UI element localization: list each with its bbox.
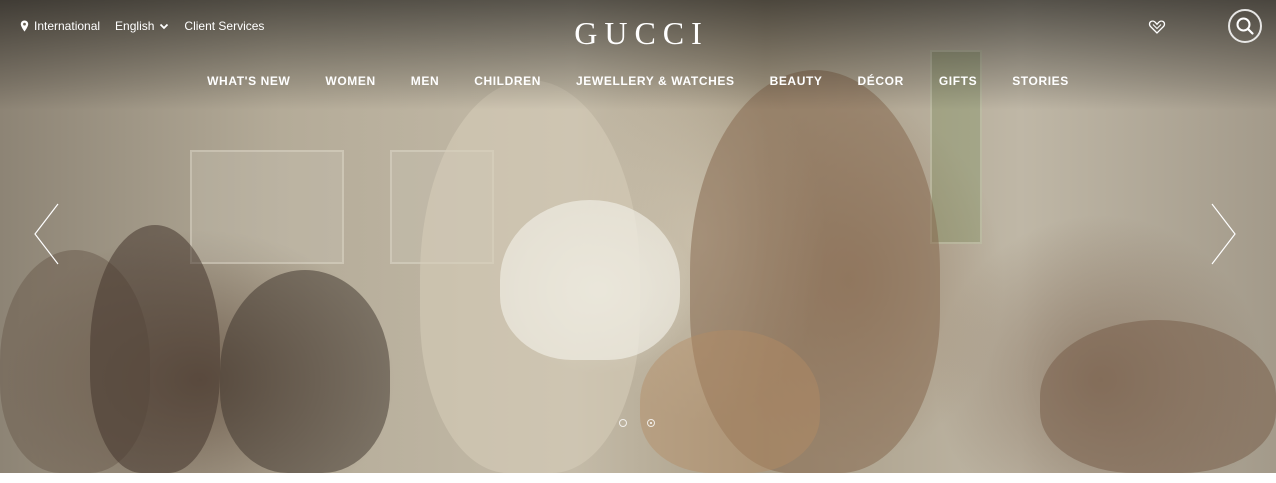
- carousel-next-button[interactable]: [1208, 202, 1238, 266]
- guest-figure: [90, 225, 220, 473]
- search-icon: [1236, 17, 1254, 35]
- nav-item-women[interactable]: WOMEN: [325, 74, 375, 88]
- search-button[interactable]: [1228, 9, 1262, 43]
- chevron-left-icon: [34, 203, 59, 265]
- guest-figure: [220, 270, 390, 473]
- wishlist-button[interactable]: [1148, 18, 1166, 36]
- carousel-prev-button[interactable]: [32, 202, 62, 266]
- nav-item-beauty[interactable]: BEAUTY: [770, 74, 823, 88]
- guest-figure: [640, 330, 820, 473]
- main-navigation: WHAT'S NEW WOMEN MEN CHILDREN JEWELLERY …: [0, 74, 1276, 88]
- hero-video[interactable]: [0, 0, 1276, 473]
- guest-figure: [1040, 320, 1276, 473]
- heart-icon: [1148, 20, 1166, 34]
- bouquet-figure: [500, 200, 680, 360]
- chevron-right-icon: [1211, 203, 1236, 265]
- brand-logo-text: GUCCI: [574, 15, 709, 51]
- carousel-dot-2[interactable]: [647, 419, 655, 427]
- brand-logo[interactable]: GUCCI: [0, 13, 1276, 53]
- nav-item-children[interactable]: CHILDREN: [474, 74, 541, 88]
- nav-item-decor[interactable]: DÉCOR: [858, 74, 904, 88]
- background-wall-panel: [190, 150, 344, 264]
- top-utility-bar: International English Client Services GU…: [0, 0, 1276, 52]
- nav-item-stories[interactable]: STORIES: [1012, 74, 1069, 88]
- page: International English Client Services GU…: [0, 0, 1276, 483]
- carousel-pagination: [619, 419, 655, 427]
- nav-item-men[interactable]: MEN: [411, 74, 439, 88]
- nav-item-whats-new[interactable]: WHAT'S NEW: [207, 74, 290, 88]
- nav-item-jewellery-watches[interactable]: JEWELLERY & WATCHES: [576, 74, 735, 88]
- carousel-dot-1[interactable]: [619, 419, 627, 427]
- nav-item-gifts[interactable]: GIFTS: [939, 74, 977, 88]
